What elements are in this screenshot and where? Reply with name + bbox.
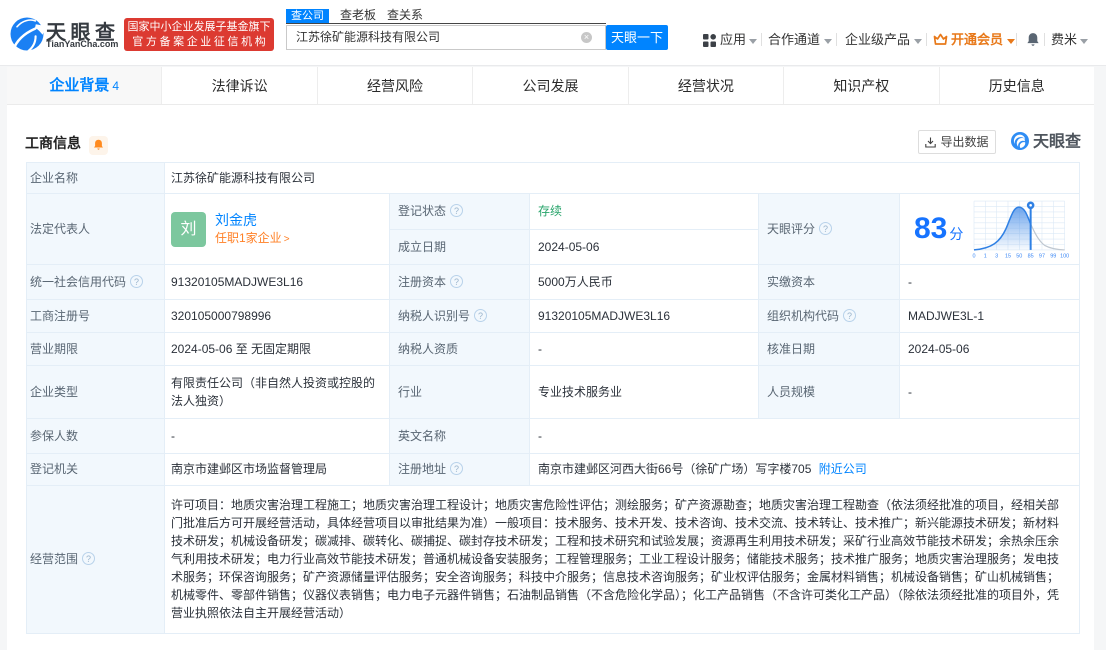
svg-text:天眼查: 天眼查	[1033, 132, 1081, 151]
svg-text:97: 97	[1039, 253, 1045, 258]
svg-text:0: 0	[973, 253, 976, 258]
svg-text:99: 99	[1051, 253, 1057, 258]
svg-text:50: 50	[1017, 253, 1023, 258]
svg-text:85: 85	[1028, 253, 1034, 258]
svg-text:15: 15	[1005, 253, 1011, 258]
svg-text:3: 3	[996, 253, 999, 258]
svg-text:1: 1	[984, 253, 987, 258]
svg-text:100: 100	[1060, 253, 1069, 258]
